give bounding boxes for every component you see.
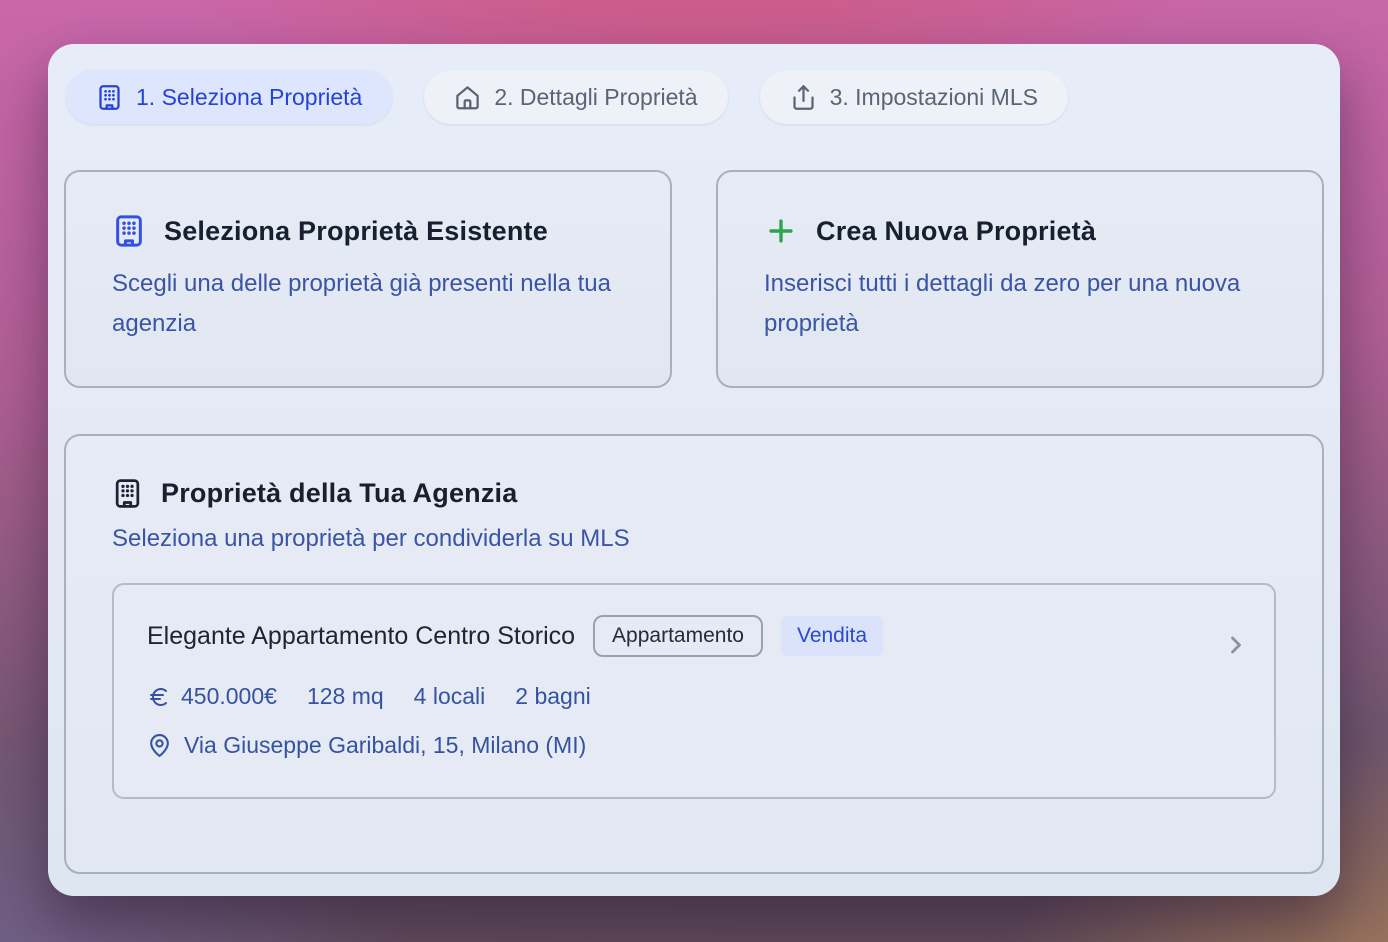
tab-impostazioni-mls[interactable]: 3. Impostazioni MLS	[760, 70, 1068, 124]
home-icon	[454, 84, 481, 111]
plus-icon	[764, 214, 798, 248]
property-name: Elegante Appartamento Centro Storico	[147, 622, 575, 651]
tab-seleziona-proprieta[interactable]: 1. Seleziona Proprietà	[66, 70, 392, 124]
property-address: Via Giuseppe Garibaldi, 15, Milano (MI)	[184, 732, 586, 759]
tab-label: 1. Seleziona Proprietà	[136, 84, 362, 111]
option-card-title: Crea Nuova Proprietà	[816, 216, 1096, 247]
option-card-description: Inserisci tutti i dettagli da zero per u…	[764, 264, 1276, 344]
section-title: Proprietà della Tua Agenzia	[161, 478, 517, 509]
tab-dettagli-proprieta[interactable]: 2. Dettagli Proprietà	[424, 70, 727, 124]
step-tabs: 1. Seleziona Proprietà 2. Dettagli Propr…	[64, 70, 1324, 124]
section-subtitle: Seleziona una proprietà per condividerla…	[112, 525, 1276, 553]
mls-wizard-panel: 1. Seleziona Proprietà 2. Dettagli Propr…	[48, 44, 1340, 896]
chevron-right-icon[interactable]	[1222, 631, 1250, 659]
price-stat: 450.000€	[147, 683, 277, 710]
option-card-description: Scegli una delle proprietà già presenti …	[112, 264, 624, 344]
property-stats-row: 450.000€ 128 mq 4 locali 2 bagni	[147, 683, 1244, 710]
create-new-property-card[interactable]: Crea Nuova Proprietà Inserisci tutti i d…	[716, 170, 1324, 388]
rooms-stat: 4 locali	[414, 683, 486, 710]
baths-stat: 2 bagni	[515, 683, 590, 710]
property-address-row: Via Giuseppe Garibaldi, 15, Milano (MI)	[147, 732, 1244, 759]
share-icon	[790, 84, 817, 111]
euro-icon	[147, 685, 171, 709]
select-existing-property-card[interactable]: Seleziona Proprietà Esistente Scegli una…	[64, 170, 672, 388]
tab-label: 3. Impostazioni MLS	[830, 84, 1038, 111]
agency-properties-section: Proprietà della Tua Agenzia Seleziona un…	[64, 434, 1324, 874]
property-list-item[interactable]: Elegante Appartamento Centro Storico App…	[112, 583, 1276, 799]
property-type-badge: Appartamento	[593, 615, 763, 657]
property-status-badge: Vendita	[781, 616, 883, 656]
map-pin-icon	[147, 733, 172, 758]
option-cards-row: Seleziona Proprietà Esistente Scegli una…	[64, 170, 1324, 388]
property-price: 450.000€	[181, 683, 277, 710]
building-icon	[112, 214, 146, 248]
size-stat: 128 mq	[307, 683, 384, 710]
option-card-title: Seleziona Proprietà Esistente	[164, 216, 548, 247]
tab-label: 2. Dettagli Proprietà	[494, 84, 697, 111]
building-icon	[112, 478, 143, 509]
building-icon	[96, 84, 123, 111]
